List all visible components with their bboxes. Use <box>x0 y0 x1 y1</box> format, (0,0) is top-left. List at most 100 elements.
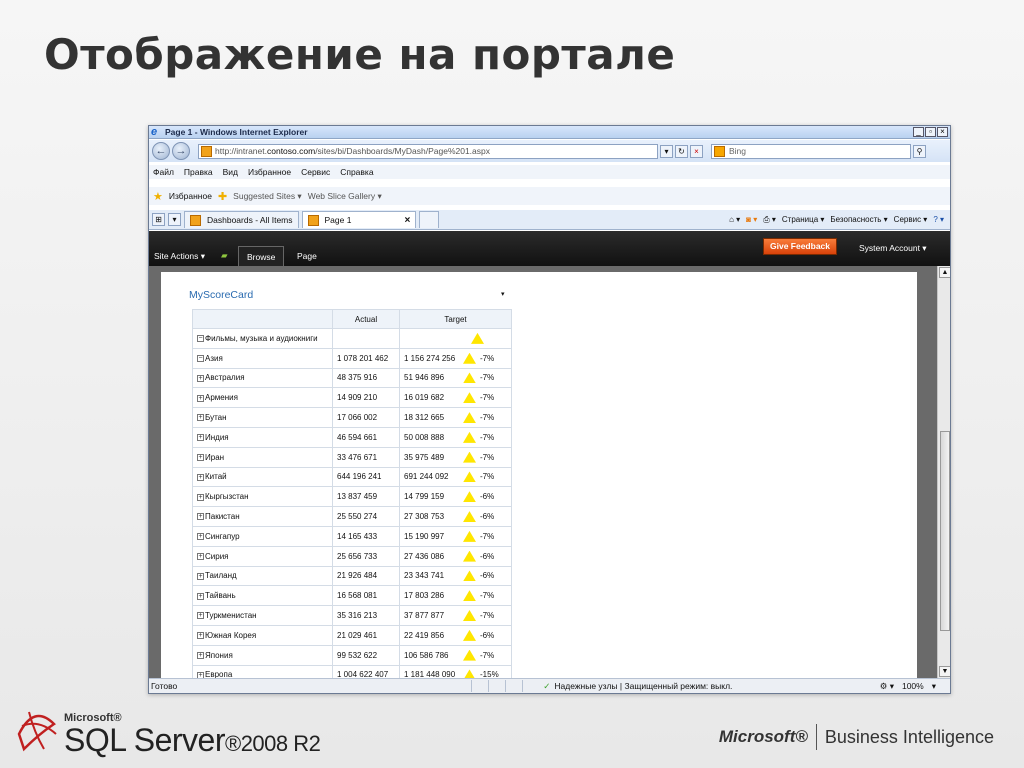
table-row[interactable]: + Бутан 17 066 002 18 312 665 -7% <box>192 407 512 428</box>
page-favicon-icon <box>201 145 212 157</box>
url-dropdown-button[interactable]: ▾ <box>660 144 673 158</box>
table-row[interactable]: + Туркменистан 35 316 213 37 877 877 -7% <box>192 605 512 626</box>
expand-icon[interactable]: + <box>197 652 204 660</box>
row-label: Кыргызстан <box>205 492 249 502</box>
table-row[interactable]: + Индия 46 594 661 50 008 888 -7% <box>192 426 512 448</box>
scroll-up-icon[interactable]: ▲ <box>939 267 950 278</box>
minimize-button[interactable]: _ <box>913 127 924 137</box>
table-row[interactable]: + Тайвань 16 568 081 17 803 286 -7% <box>192 585 512 607</box>
expand-icon[interactable]: + <box>197 592 204 600</box>
slide-title: Отображение на портале <box>44 30 676 79</box>
security-zone[interactable]: Надежные узлы | Защищенный режим: выкл. <box>554 681 732 691</box>
table-row[interactable]: + Армения 14 909 210 16 019 682 -7% <box>192 387 512 409</box>
table-row[interactable]: + Южная Корея 21 029 461 22 419 856 -6% <box>192 624 512 646</box>
tab-dashboards[interactable]: Dashboards - All Items <box>184 211 299 228</box>
suggested-sites-link[interactable]: Suggested Sites ▾ <box>233 191 302 202</box>
menu-favorites[interactable]: Избранное <box>248 167 291 177</box>
expand-icon[interactable]: + <box>197 374 204 382</box>
close-window-button[interactable]: × <box>937 127 948 137</box>
expand-icon[interactable]: + <box>197 612 204 620</box>
tab-page[interactable]: Page <box>289 246 325 266</box>
tab-browse[interactable]: Browse <box>238 246 285 266</box>
safety-menu[interactable]: Безопасность ▾ <box>830 215 887 224</box>
variance-value: -7% <box>480 413 495 423</box>
scroll-thumb[interactable] <box>940 431 950 631</box>
expand-icon[interactable]: + <box>197 513 204 521</box>
table-row[interactable]: + Австралия 48 375 916 51 946 896 -7% <box>192 367 512 389</box>
table-row[interactable]: + Япония 99 532 622 106 586 786 -7% <box>192 644 512 666</box>
table-row[interactable]: + Европа 1 004 622 407 1 181 448 090 -15% <box>192 664 512 678</box>
ie-window: e Page 1 - Windows Internet Explorer _ ▫… <box>148 125 951 694</box>
window-title: Page 1 - Windows Internet Explorer <box>165 127 308 137</box>
navigate-up-icon[interactable]: ▰ <box>221 250 228 261</box>
help-icon[interactable]: ? ▾ <box>933 215 944 224</box>
expand-icon[interactable]: + <box>197 533 204 541</box>
expand-icon[interactable]: + <box>197 493 204 501</box>
add-favorite-icon[interactable]: ✚ <box>218 190 227 203</box>
menu-edit[interactable]: Правка <box>184 167 213 177</box>
protected-mode-icon[interactable]: ⚙ ▾ <box>880 681 894 692</box>
table-row[interactable]: + Иран 33 476 671 35 975 489 -7% <box>192 446 512 468</box>
zoom-level[interactable]: 100% <box>902 681 924 692</box>
forward-button[interactable]: → <box>172 142 190 160</box>
expand-icon[interactable]: + <box>197 572 204 580</box>
new-tab-button[interactable] <box>419 211 440 228</box>
menu-help[interactable]: Справка <box>340 167 373 177</box>
warning-triangle-icon <box>463 392 476 404</box>
search-button[interactable]: ⚲ <box>913 144 926 158</box>
tools-menu[interactable]: Сервис ▾ <box>894 215 928 224</box>
scroll-down-icon[interactable]: ▼ <box>939 666 950 677</box>
table-row[interactable]: − Фильмы, музыка и аудиокниги <box>192 328 512 349</box>
webpart-title[interactable]: MyScoreCard <box>189 289 253 301</box>
row-label: Европа <box>205 670 233 678</box>
page-menu[interactable]: Страница ▾ <box>782 215 825 224</box>
row-name-cell: + Таиланд <box>192 565 333 587</box>
site-actions-menu[interactable]: Site Actions ▾ <box>154 251 205 262</box>
table-row[interactable]: + Таиланд 21 926 484 23 343 741 -6% <box>192 565 512 587</box>
content-area: MyScoreCard ▾ Actual Target − Фильмы, муз… <box>161 272 917 678</box>
zoom-dropdown-icon[interactable]: ▾ <box>932 681 936 692</box>
search-input[interactable]: Bing <box>711 143 911 159</box>
system-account-menu[interactable]: System Account ▾ <box>859 243 927 254</box>
restore-button[interactable]: ▫ <box>925 127 936 137</box>
give-feedback-button[interactable]: Give Feedback <box>763 238 838 255</box>
expand-icon[interactable]: + <box>197 473 204 481</box>
table-row[interactable]: + Сирия 25 656 733 27 436 086 -6% <box>192 545 512 567</box>
menu-view[interactable]: Вид <box>223 167 238 177</box>
tab-page1[interactable]: Page 1 × <box>301 211 417 228</box>
webpart-menu-icon[interactable]: ▾ <box>501 290 505 298</box>
collapse-icon[interactable]: − <box>197 335 204 343</box>
table-row[interactable]: + Китай 644 196 241 691 244 092 -7% <box>192 466 512 488</box>
expand-icon[interactable]: + <box>197 553 204 561</box>
table-row[interactable]: + Пакистан 25 550 274 27 308 753 -6% <box>192 506 512 527</box>
close-tab-icon[interactable]: × <box>404 215 410 226</box>
vertical-scrollbar[interactable]: ▲ ▼ <box>937 266 950 678</box>
table-row[interactable]: − Азия 1 078 201 462 1 156 274 256 -7% <box>192 347 512 369</box>
back-button[interactable]: ← <box>152 142 170 160</box>
home-icon[interactable]: ⌂ ▾ <box>729 215 740 224</box>
tab-list-button[interactable]: ▾ <box>168 213 181 226</box>
scorecard-table: Actual Target − Фильмы, музыка и аудиокни… <box>192 309 512 678</box>
favorites-button[interactable]: Избранное <box>169 191 212 201</box>
table-row[interactable]: + Кыргызстан 13 837 459 14 799 159 -6% <box>192 486 512 508</box>
target-cell: 22 419 856 -6% <box>399 624 512 646</box>
url-field[interactable]: http://intranet. contoso.com/sites/bi/Das… <box>198 143 658 159</box>
expand-icon[interactable]: + <box>197 394 204 402</box>
collapse-icon[interactable]: − <box>197 355 204 363</box>
stop-button[interactable]: × <box>690 144 703 158</box>
web-slice-gallery-link[interactable]: Web Slice Gallery ▾ <box>308 191 382 202</box>
feeds-icon[interactable]: ◙ ▾ <box>746 215 757 224</box>
table-row[interactable]: + Сингапур 14 165 433 15 190 997 -7% <box>192 525 512 547</box>
actual-cell: 46 594 661 <box>332 426 400 448</box>
variance-value: -7% <box>480 531 495 541</box>
expand-icon[interactable]: + <box>197 434 204 442</box>
actual-cell: 25 656 733 <box>332 545 400 567</box>
expand-icon[interactable]: + <box>197 454 204 462</box>
refresh-button[interactable]: ↻ <box>675 144 688 158</box>
expand-icon[interactable]: + <box>197 414 204 422</box>
expand-icon[interactable]: + <box>197 632 204 640</box>
menu-tools[interactable]: Сервис <box>301 167 330 177</box>
print-icon[interactable]: ⎙ ▾ <box>763 215 776 225</box>
quick-tabs-button[interactable]: ⊞ <box>152 213 165 226</box>
menu-file[interactable]: Файл <box>153 167 174 177</box>
